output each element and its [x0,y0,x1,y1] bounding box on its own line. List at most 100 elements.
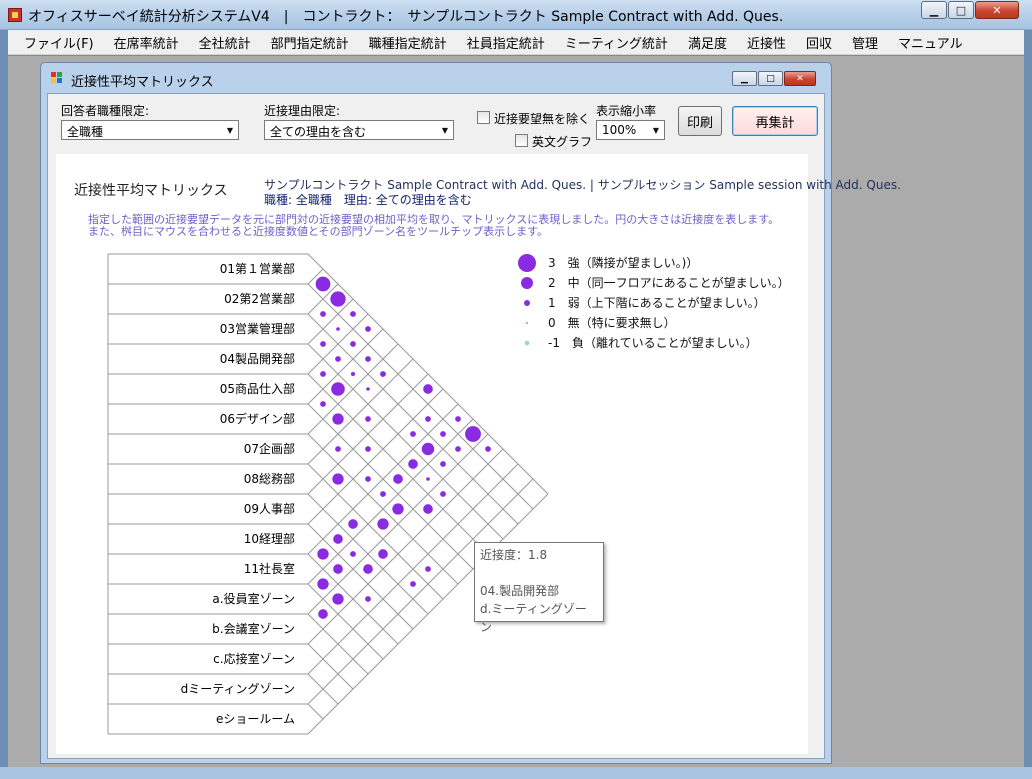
proximity-bubble [485,446,491,452]
proximity-bubble [333,564,343,574]
zoom-select[interactable]: 100% ▼ [596,120,665,140]
app-titlebar[interactable]: オフィスサーベイ統計分析システムV4 | コントラクト： サンプルコントラクト … [0,0,1032,30]
proximity-bubble [426,477,430,481]
matrix-grid-line [307,328,384,405]
department-label: a.役員室ゾーン [212,591,295,606]
proximity-bubble [317,548,329,560]
proximity-bubble [392,503,404,515]
proximity-bubble [425,416,431,422]
cell-tooltip: 近接度：1.8 04.製品開発部 d.ミーティングゾーン [474,542,604,634]
matrix-grid-line [307,703,324,720]
proximity-bubble [315,276,331,292]
window-controls: ▁ □ ✕ [920,1,1019,19]
dialog-body: 回答者職種限定: 全職種 ▼ 近接理由限定: 全ての理由を含む ▼ 近接要望無を… [47,93,901,759]
matrix-grid-line [307,403,474,570]
proximity-bubble [393,474,403,484]
reason-filter-select[interactable]: 全ての理由を含む ▼ [264,120,454,140]
recalculate-button[interactable]: 再集計 [732,106,818,136]
dialog-maximize-button[interactable]: □ [758,71,783,86]
department-label: 08総務部 [244,471,295,486]
department-label: 07企画部 [244,441,295,456]
department-label: dミーティングゾーン [181,682,295,696]
minimize-icon: ▁ [929,3,939,17]
menu-manual[interactable]: マニュアル [888,33,973,52]
department-label: b.会議室ゾーン [212,621,295,636]
chevron-down-icon: ▼ [226,125,234,135]
menu-meeting[interactable]: ミーティング統計 [555,33,678,52]
proximity-bubble [423,384,433,394]
dialog-titlebar[interactable]: 近接性平均マトリックス ▁ □ ✕ [41,63,831,93]
english-graph-checkbox[interactable] [515,134,528,147]
legend-label: 2 中（同一フロアにあることが望ましい。） [548,275,790,290]
proximity-bubble [440,431,446,437]
proximity-bubble [350,341,356,347]
menu-admin[interactable]: 管理 [842,33,888,52]
proximity-bubble [365,596,371,602]
dialog-app-icon [51,72,64,84]
occupation-filter-select[interactable]: 全職種 ▼ [61,120,239,140]
proximity-bubble [465,426,481,442]
proximity-bubble [335,446,341,452]
matrix-grid-line [307,418,474,585]
proximity-bubble [320,371,326,377]
legend-label: 0 無（特に要求無し） [548,315,676,330]
proximity-bubble [410,581,416,587]
matrix-grid-line [307,643,354,690]
proximity-bubble [366,387,370,391]
department-label: 03営業管理部 [220,321,295,336]
proximity-bubble [455,416,461,422]
maximize-button[interactable]: □ [948,1,974,19]
app-title: オフィスサーベイ統計分析システムV4 | コントラクト： サンプルコントラクト … [28,9,784,25]
menu-company[interactable]: 全社統計 [189,33,261,52]
exclude-no-request-label: 近接要望無を除く [494,112,591,126]
menubar: ファイル(F) 在席率統計 全社統計 部門指定統計 職種指定統計 社員指定統計 … [8,30,1024,55]
proximity-bubble [363,564,373,574]
proximity-bubble [425,566,431,572]
print-button[interactable]: 印刷 [678,106,722,136]
menu-proximity[interactable]: 近接性 [737,33,796,52]
zoom-value: 100% [602,123,637,137]
menu-collection[interactable]: 回収 [796,33,842,52]
proximity-bubble [335,356,341,362]
department-label: 04製品開発部 [220,351,295,366]
tooltip-spacer [480,564,598,582]
proximity-bubble [320,341,326,347]
zoom-label: 表示縮小率 [596,104,657,118]
menu-file[interactable]: ファイル(F) [14,33,104,52]
minimize-button[interactable]: ▁ [921,1,947,19]
dialog-close-button[interactable]: ✕ [784,71,816,86]
reason-filter-value: 全ての理由を含む [270,125,367,139]
proximity-bubble [365,476,371,482]
proximity-bubble [336,327,340,331]
menu-attendance[interactable]: 在席率統計 [104,33,189,52]
proximity-bubble [350,551,356,557]
proximity-bubble [332,413,344,425]
matrix-grid-line [307,298,354,345]
proximity-bubble [350,311,356,317]
exclude-no-request-checkbox[interactable] [477,111,490,124]
menu-satisfaction[interactable]: 満足度 [678,33,737,52]
matrix-grid-line [307,463,444,600]
menu-occupation[interactable]: 職種指定統計 [359,33,457,52]
proximity-bubble [330,291,346,307]
proximity-bubble [423,504,433,514]
proximity-bubble [455,446,461,452]
proximity-bubble [440,461,446,467]
matrix-report-panel: 近接性平均マトリックス サンプルコントラクト Sample Contract w… [56,154,901,754]
menu-employee[interactable]: 社員指定統計 [457,33,555,52]
department-label: 05商品仕入部 [220,381,295,396]
maximize-icon: □ [955,3,967,17]
proximity-matrix-chart: 01第１営業部 02第2営業部 03営業管理部 04製品開発部 05商品仕入部 06デザイ… [107,253,790,735]
department-label: 02第2営業部 [224,291,295,306]
app-frame-bottom [0,767,1032,779]
legend-bubble [521,277,533,289]
legend-bubble [518,254,536,272]
tooltip-dept-b: d.ミーティングゾーン [480,602,587,634]
proximity-bubble [333,534,343,544]
menu-department[interactable]: 部門指定統計 [261,33,359,52]
close-button[interactable]: ✕ [975,1,1019,19]
proximity-bubble [410,431,416,437]
dialog-minimize-button[interactable]: ▁ [732,71,757,86]
department-label: 01第１営業部 [220,261,295,276]
legend-bubble [524,340,530,346]
